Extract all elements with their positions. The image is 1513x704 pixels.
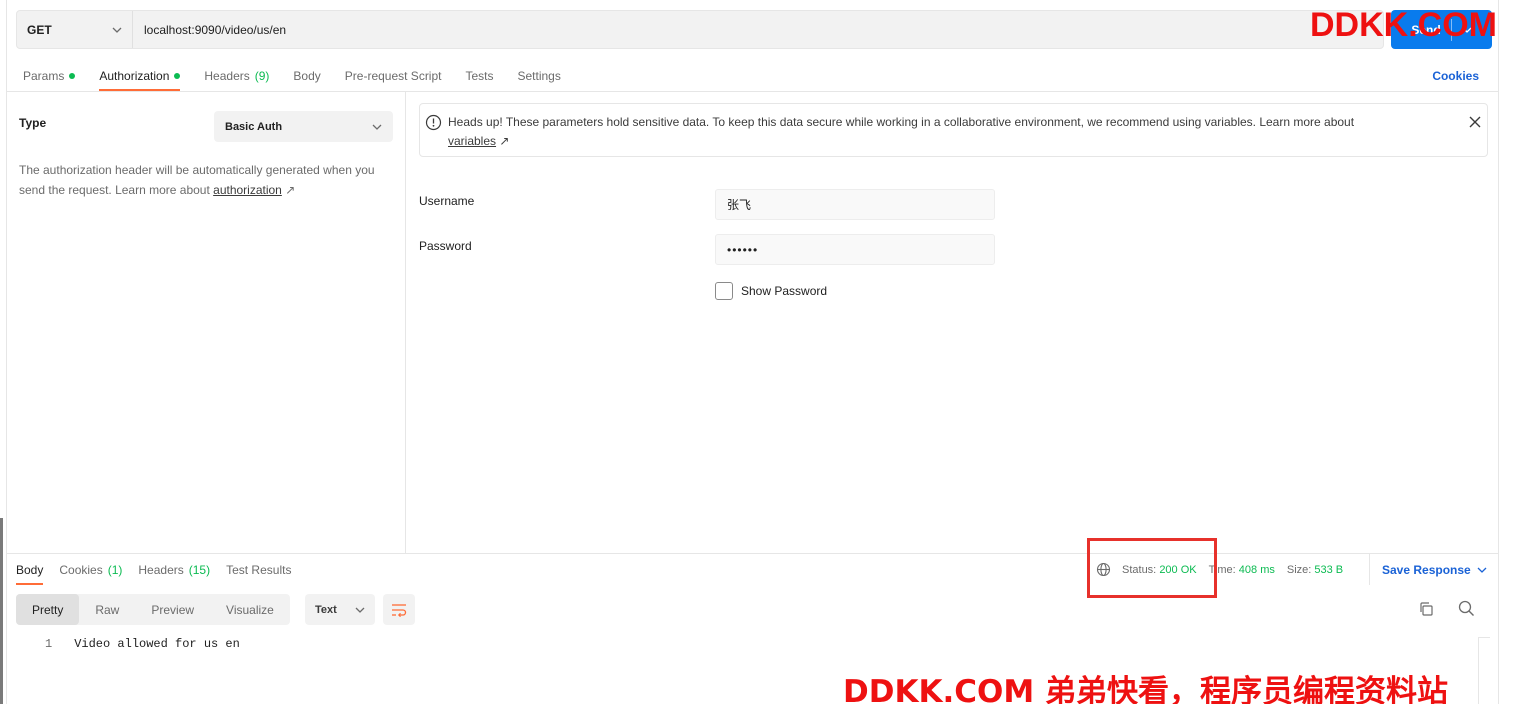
copy-icon[interactable] xyxy=(1418,601,1434,617)
size-value[interactable]: 533 B xyxy=(1314,564,1343,576)
method-label: GET xyxy=(27,22,52,37)
format-value: Text xyxy=(315,603,337,616)
chevron-down-icon xyxy=(372,124,382,130)
authorization-dot-icon xyxy=(174,72,181,79)
username-label: Username xyxy=(419,194,475,208)
params-dot-icon xyxy=(69,72,76,79)
response-body-text[interactable]: Video allowed for us en xyxy=(74,637,240,651)
tab-settings[interactable]: Settings xyxy=(518,60,561,91)
variables-link[interactable]: variables xyxy=(448,134,496,148)
tab-authorization[interactable]: Authorization xyxy=(99,60,181,91)
search-icon[interactable] xyxy=(1458,600,1475,617)
response-tabs: Body Cookies (1) Headers (15) Test Results xyxy=(16,554,291,585)
window-edge xyxy=(0,518,3,704)
auth-type-panel: Type Basic Auth The authorization header… xyxy=(7,91,406,553)
username-field[interactable] xyxy=(715,189,995,220)
line-number: 1 xyxy=(45,637,53,651)
authorization-link[interactable]: authorization xyxy=(213,183,282,197)
wrap-lines-button[interactable] xyxy=(383,594,415,625)
response-scrollbar[interactable] xyxy=(1478,637,1490,704)
auth-description: The authorization header will be automat… xyxy=(19,163,375,197)
time-value[interactable]: 408 ms xyxy=(1239,564,1275,576)
type-label: Type xyxy=(19,116,47,130)
external-link-icon: ↗ xyxy=(285,183,296,197)
password-field[interactable] xyxy=(715,234,995,265)
response-body-line: 1 Video allowed for us en xyxy=(45,637,240,651)
show-password-toggle[interactable]: Show Password xyxy=(715,282,827,300)
postman-request-window: GET Send Params Authorization Headers(9)… xyxy=(6,0,1499,704)
request-tabs: Params Authorization Headers (9) Body Pre… xyxy=(23,60,561,91)
tab-tests[interactable]: Tests xyxy=(465,60,493,91)
show-password-label: Show Password xyxy=(741,284,828,298)
watermark-bottom: DDKK.COM 弟弟快看，程序员编程资料站 xyxy=(843,674,1449,704)
view-raw-button[interactable]: Raw xyxy=(79,594,135,625)
status-highlight-box xyxy=(1087,538,1217,598)
method-select[interactable]: GET xyxy=(17,11,133,48)
show-password-checkbox[interactable] xyxy=(715,282,733,300)
tab-params[interactable]: Params xyxy=(23,60,76,91)
chevron-down-icon xyxy=(112,27,122,33)
tab-response-body[interactable]: Body xyxy=(16,554,44,585)
chevron-down-icon xyxy=(355,607,365,613)
tab-test-results[interactable]: Test Results xyxy=(226,554,291,585)
view-mode-group: Pretty Raw Preview Visualize xyxy=(16,594,290,625)
url-bar: GET xyxy=(16,10,1384,49)
tab-pre-request-script[interactable]: Pre-request Script xyxy=(345,60,442,91)
view-pretty-button[interactable]: Pretty xyxy=(16,594,80,625)
auth-type-select[interactable]: Basic Auth xyxy=(214,111,393,142)
close-icon[interactable] xyxy=(1469,116,1481,128)
watermark-top: DDKK.COM xyxy=(1310,6,1497,44)
auth-type-value: Basic Auth xyxy=(225,120,283,133)
save-response-label: Save Response xyxy=(1382,562,1471,577)
password-label: Password xyxy=(419,239,472,253)
banner-message: Heads up! These parameters hold sensitiv… xyxy=(448,115,1355,148)
size-label: Size: xyxy=(1286,563,1312,576)
tab-response-cookies[interactable]: Cookies (1) xyxy=(59,554,122,585)
tab-response-headers[interactable]: Headers (15) xyxy=(138,554,210,585)
view-visualize-button[interactable]: Visualize xyxy=(210,594,290,625)
cookies-link[interactable]: Cookies xyxy=(1432,60,1479,91)
url-input[interactable] xyxy=(133,11,1383,48)
wrap-lines-icon xyxy=(392,603,407,617)
info-icon xyxy=(425,114,442,131)
save-response-button[interactable]: Save Response xyxy=(1369,554,1487,585)
tab-headers[interactable]: Headers (9) xyxy=(204,60,269,91)
format-select[interactable]: Text xyxy=(305,594,375,625)
external-link-icon: ↗ xyxy=(499,134,510,148)
sensitive-data-banner: Heads up! These parameters hold sensitiv… xyxy=(419,103,1488,157)
view-preview-button[interactable]: Preview xyxy=(135,594,210,625)
chevron-down-icon xyxy=(1477,567,1487,573)
tab-body[interactable]: Body xyxy=(293,60,320,91)
